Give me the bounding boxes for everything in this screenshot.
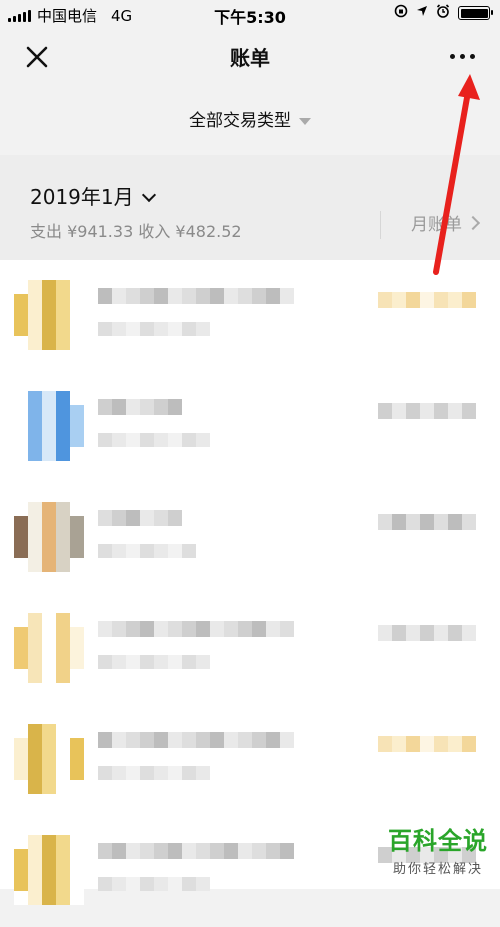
more-dot-icon	[469, 53, 475, 59]
avatar	[14, 391, 84, 461]
battery-icon	[458, 6, 493, 20]
month-selector[interactable]: 2019年1月	[30, 181, 156, 210]
avatar	[14, 280, 84, 350]
more-options-button[interactable]	[442, 42, 482, 70]
blurred-amount	[378, 736, 476, 752]
list-item[interactable]	[0, 482, 500, 594]
month-label: 2019年1月	[30, 185, 134, 209]
list-item[interactable]	[0, 704, 500, 816]
avatar	[14, 613, 84, 683]
blurred-subtitle	[98, 544, 196, 558]
list-item[interactable]	[0, 260, 500, 372]
orientation-lock-icon	[394, 4, 408, 22]
watermark-subtitle: 助你轻松解决	[392, 862, 483, 877]
nav-bar: 账单	[0, 28, 500, 84]
blurred-name	[98, 510, 182, 526]
avatar	[14, 835, 84, 905]
month-bill-label: 月账单	[411, 215, 462, 235]
location-icon	[416, 5, 428, 21]
transaction-type-filter[interactable]: 全部交易类型	[0, 106, 500, 131]
blurred-amount	[378, 625, 476, 641]
chevron-down-icon	[141, 187, 156, 203]
blurred-name	[98, 399, 182, 415]
avatar	[14, 502, 84, 572]
blurred-amount	[378, 292, 476, 308]
caret-down-icon	[299, 117, 311, 125]
month-panel: 2019年1月 支出 ¥941.33 收入 ¥482.52 月账单	[0, 155, 500, 260]
status-right	[394, 4, 493, 22]
blurred-amount	[378, 514, 476, 530]
month-bill-button[interactable]: 月账单	[380, 211, 481, 239]
blurred-subtitle	[98, 655, 210, 669]
more-dot-icon	[459, 53, 465, 59]
status-bar: 中国电信 4G 下午5:30	[0, 0, 500, 28]
more-dot-icon	[449, 53, 455, 59]
blurred-subtitle	[98, 322, 210, 336]
blurred-name	[98, 843, 294, 859]
chevron-right-icon	[465, 215, 481, 231]
list-item[interactable]	[0, 371, 500, 483]
page-title: 账单	[230, 46, 270, 70]
alarm-icon	[436, 4, 450, 22]
watermark: 百科全说 助你轻松解决	[388, 821, 488, 877]
blurred-amount	[378, 403, 476, 419]
watermark-title: 百科全说	[388, 827, 488, 855]
blurred-name	[98, 621, 294, 637]
filter-label: 全部交易类型	[189, 111, 291, 131]
blurred-name	[98, 288, 294, 304]
avatar	[14, 724, 84, 794]
blurred-name	[98, 732, 294, 748]
list-item[interactable]	[0, 593, 500, 705]
month-summary: 支出 ¥941.33 收入 ¥482.52	[30, 222, 242, 241]
blurred-subtitle	[98, 766, 210, 780]
blurred-subtitle	[98, 433, 210, 447]
transaction-list	[0, 260, 500, 905]
